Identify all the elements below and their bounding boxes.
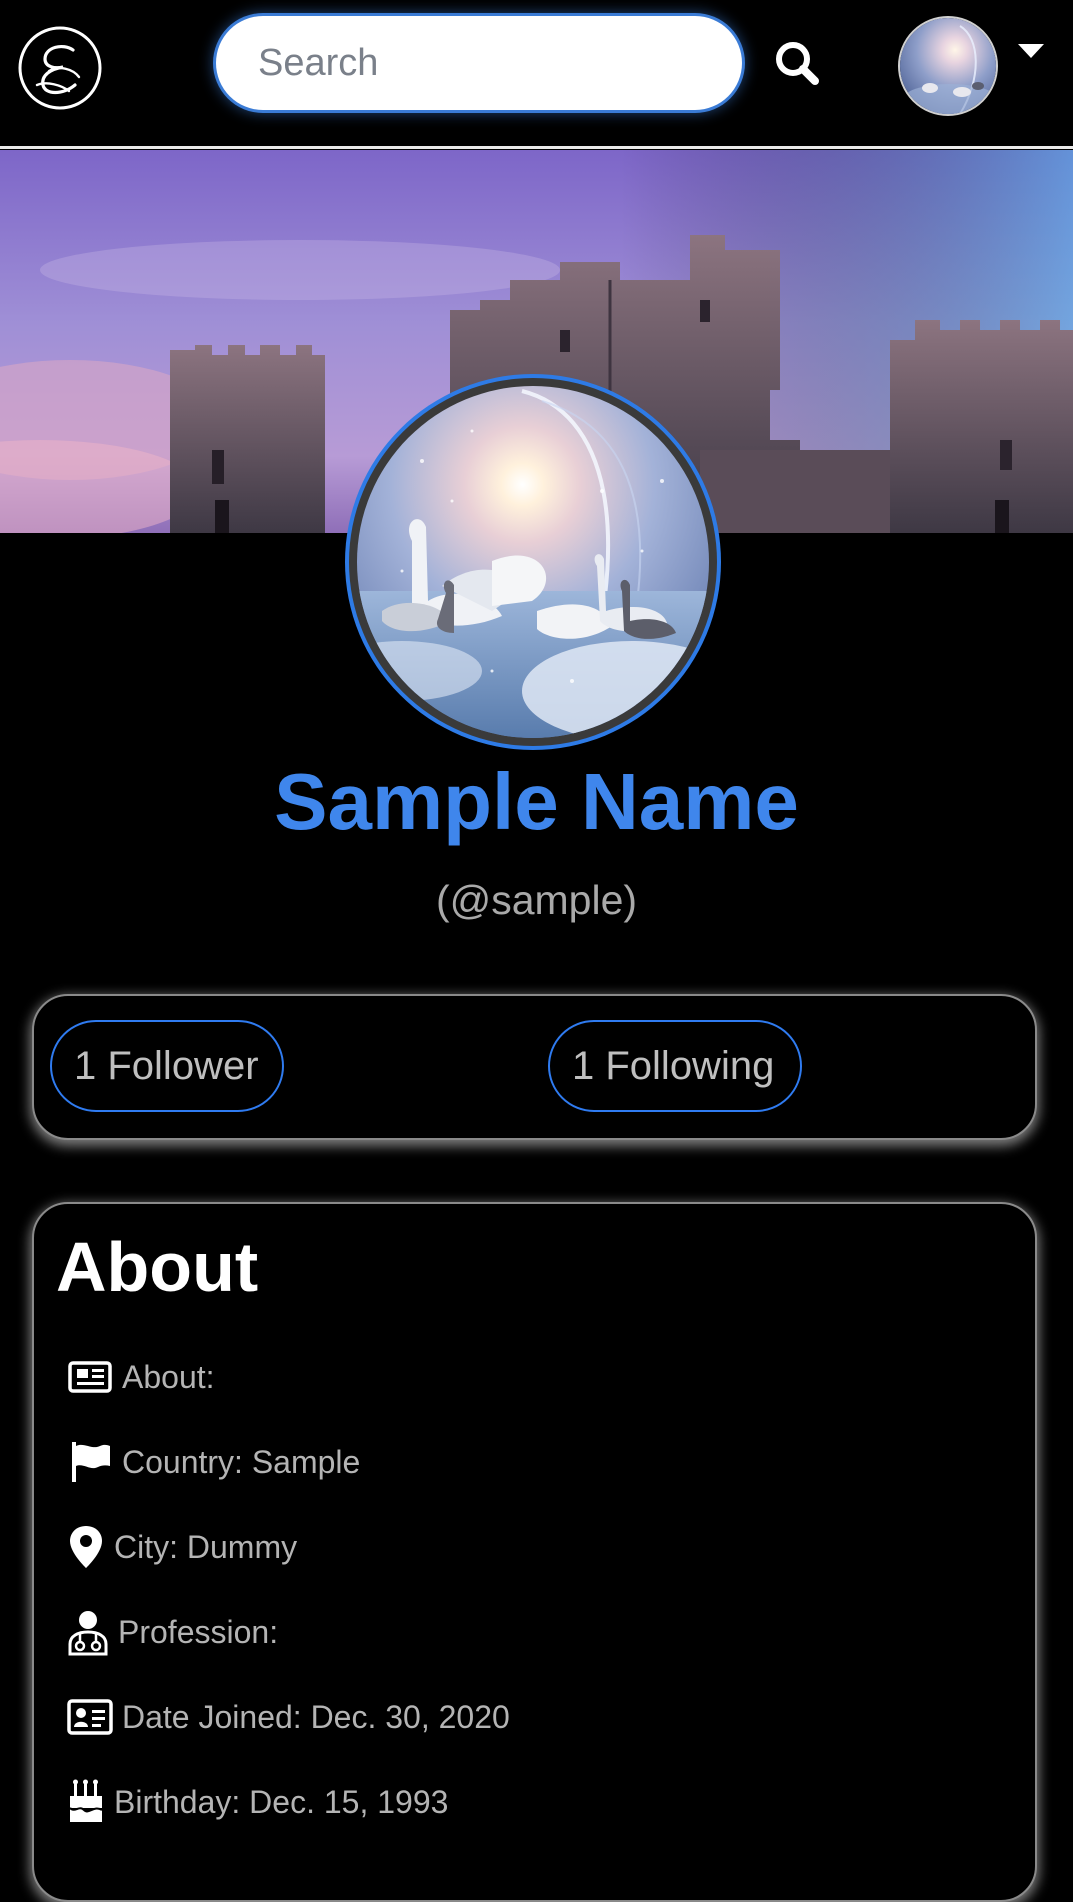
search-input[interactable] <box>216 16 742 110</box>
profile-handle: (@sample) <box>435 877 638 923</box>
profile-name: Sample Name <box>274 757 799 846</box>
navbar-divider <box>0 146 1073 149</box>
user-doctor-icon <box>66 1608 110 1656</box>
followers-button[interactable]: 1 Follower <box>50 1020 284 1112</box>
script-e-logo-icon[interactable] <box>17 25 103 111</box>
birthday-row: Birthday: Dec. 15, 1993 <box>66 1776 448 1828</box>
about-card: About About: Country: Sample City: Dummy… <box>32 1202 1037 1902</box>
city-row: City: Dummy <box>66 1521 297 1573</box>
date-joined-text: Date Joined: Dec. 30, 2020 <box>122 1698 510 1735</box>
caret-down-icon[interactable] <box>1018 44 1044 58</box>
id-card-icon <box>66 1693 114 1741</box>
search-box <box>216 16 742 110</box>
profile-avatar[interactable] <box>342 371 724 753</box>
about-text: About: <box>122 1358 215 1395</box>
map-marker-icon <box>66 1523 106 1571</box>
city-text: City: Dummy <box>114 1528 298 1565</box>
profession-text: Profession: <box>118 1613 279 1650</box>
following-button[interactable]: 1 Following <box>548 1020 802 1112</box>
about-heading: About <box>56 1228 259 1306</box>
country-text: Country: Sample <box>122 1443 361 1480</box>
birthday-cake-icon <box>66 1778 106 1826</box>
country-row: Country: Sample <box>66 1436 360 1488</box>
date-joined-row: Date Joined: Dec. 30, 2020 <box>66 1691 510 1743</box>
follow-stats-card: 1 Follower 1 Following <box>32 994 1037 1140</box>
top-navbar <box>0 0 1073 146</box>
flag-icon <box>66 1438 114 1486</box>
user-avatar[interactable] <box>898 16 998 116</box>
profession-row: Profession: <box>66 1606 278 1658</box>
newspaper-icon <box>66 1353 114 1401</box>
birthday-text: Birthday: Dec. 15, 1993 <box>114 1783 449 1820</box>
about-row: About: <box>66 1351 215 1403</box>
search-icon[interactable] <box>770 36 828 94</box>
